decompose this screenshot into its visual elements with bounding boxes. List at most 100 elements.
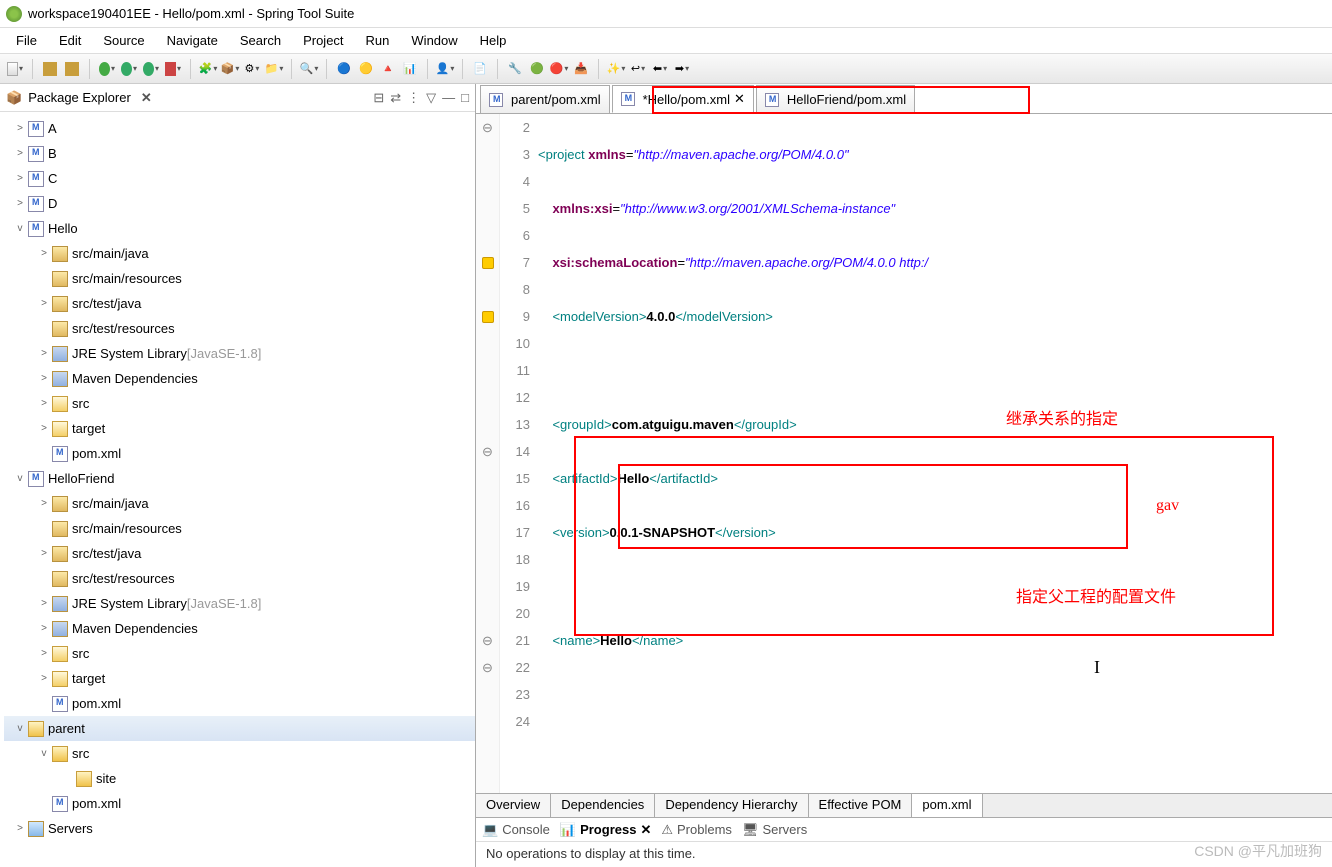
close-tab-icon[interactable]: ✕ [734, 91, 745, 107]
debug-button[interactable] [120, 60, 138, 78]
run-button[interactable] [98, 60, 116, 78]
tool-2[interactable]: 📦 [221, 60, 239, 78]
tree-node[interactable]: >JRE System Library [JavaSE-1.8] [4, 341, 475, 366]
tool-4[interactable]: 📁 [265, 60, 283, 78]
minimize-icon[interactable]: — [442, 90, 455, 106]
code-content[interactable]: <project xmlns="http://maven.apache.org/… [536, 114, 1332, 793]
tree-node[interactable]: >src [4, 641, 475, 666]
tree-node[interactable]: >JRE System Library [JavaSE-1.8] [4, 591, 475, 616]
tree-node[interactable]: >src/test/java [4, 291, 475, 316]
tool-c[interactable]: 🔺 [379, 60, 397, 78]
tool-k[interactable]: ✨ [607, 60, 625, 78]
menu-source[interactable]: Source [93, 30, 154, 51]
filter-icon[interactable]: ⋮ [407, 90, 420, 106]
tool-g[interactable]: 🔧 [506, 60, 524, 78]
menu-edit[interactable]: Edit [49, 30, 91, 51]
new-button[interactable] [6, 60, 24, 78]
tree-node[interactable]: pom.xml [4, 441, 475, 466]
back-button[interactable]: ⬅ [651, 60, 669, 78]
tree-node[interactable]: >target [4, 416, 475, 441]
tree-node[interactable]: >src/test/java [4, 541, 475, 566]
xml-editor[interactable]: ⊖⊖⊖⊖ 23456789101112131415161718192021222… [476, 114, 1332, 793]
tree-node[interactable]: >C [4, 166, 475, 191]
tree-node[interactable]: src/test/resources [4, 566, 475, 591]
tree-node[interactable]: >D [4, 191, 475, 216]
expand-icon[interactable]: > [12, 123, 28, 134]
expand-icon[interactable]: > [36, 248, 52, 259]
maximize-icon[interactable]: □ [461, 90, 469, 106]
expand-icon[interactable]: > [36, 498, 52, 509]
tool-l[interactable]: ↩ [629, 60, 647, 78]
expand-icon[interactable]: > [12, 823, 28, 834]
editor-tab[interactable]: HelloFriend/pom.xml [756, 85, 915, 113]
expand-icon[interactable]: > [36, 348, 52, 359]
expand-icon[interactable]: > [36, 373, 52, 384]
editor-tab[interactable]: parent/pom.xml [480, 85, 610, 113]
link-editor-icon[interactable]: ⇄ [390, 90, 401, 106]
menu-file[interactable]: File [6, 30, 47, 51]
coverage-button[interactable] [142, 60, 160, 78]
menu-run[interactable]: Run [356, 30, 400, 51]
problems-tab[interactable]: ⚠ Problems [661, 822, 732, 838]
tool-search[interactable]: 🔍 [300, 60, 318, 78]
tree-node[interactable]: src/main/resources [4, 266, 475, 291]
tool-f[interactable]: 📄 [471, 60, 489, 78]
tree-node[interactable]: >Servers [4, 816, 475, 841]
expand-icon[interactable]: > [36, 623, 52, 634]
view-menu-icon[interactable]: ▽ [426, 90, 436, 106]
expand-icon[interactable]: v [12, 473, 28, 484]
expand-icon[interactable]: > [36, 673, 52, 684]
bottom-tab[interactable]: Overview [476, 794, 551, 817]
expand-icon[interactable]: v [36, 748, 52, 759]
tree-node[interactable]: >target [4, 666, 475, 691]
tree-node[interactable]: src/test/resources [4, 316, 475, 341]
tree-node[interactable]: pom.xml [4, 691, 475, 716]
servers-tab[interactable]: 🖥 Servers [742, 822, 807, 838]
tool-e[interactable]: 👤 [436, 60, 454, 78]
tree-node[interactable]: >src [4, 391, 475, 416]
menu-window[interactable]: Window [401, 30, 467, 51]
expand-icon[interactable]: > [36, 598, 52, 609]
menu-navigate[interactable]: Navigate [157, 30, 228, 51]
expand-icon[interactable]: > [36, 398, 52, 409]
menu-search[interactable]: Search [230, 30, 291, 51]
tool-d[interactable]: 📊 [401, 60, 419, 78]
save-button[interactable] [41, 60, 59, 78]
bottom-tab[interactable]: Dependency Hierarchy [655, 794, 808, 817]
expand-icon[interactable]: > [36, 298, 52, 309]
expand-icon[interactable]: > [12, 148, 28, 159]
tree-node[interactable]: >src/main/java [4, 491, 475, 516]
tree-node[interactable]: >src/main/java [4, 241, 475, 266]
tool-b[interactable]: 🟡 [357, 60, 375, 78]
stop-button[interactable] [164, 60, 182, 78]
expand-icon[interactable]: > [36, 423, 52, 434]
editor-tab[interactable]: *Hello/pom.xml ✕ [612, 85, 754, 113]
tool-a[interactable]: 🔵 [335, 60, 353, 78]
menu-project[interactable]: Project [293, 30, 353, 51]
tree-node[interactable]: vHelloFriend [4, 466, 475, 491]
save-all-button[interactable] [63, 60, 81, 78]
tree-node[interactable]: vparent [4, 716, 475, 741]
project-tree[interactable]: >A>B>C>DvHello>src/main/javasrc/main/res… [0, 112, 475, 867]
tree-node[interactable]: >B [4, 141, 475, 166]
expand-icon[interactable]: > [12, 173, 28, 184]
close-view-icon[interactable]: ✕ [141, 90, 152, 106]
collapse-all-icon[interactable]: ⊟ [373, 90, 384, 106]
tree-node[interactable]: src/main/resources [4, 516, 475, 541]
progress-tab[interactable]: 📊 Progress ✕ [560, 822, 651, 838]
tool-1[interactable]: 🧩 [199, 60, 217, 78]
expand-icon[interactable]: v [12, 223, 28, 234]
tree-node[interactable]: >Maven Dependencies [4, 616, 475, 641]
expand-icon[interactable]: v [12, 723, 28, 734]
tool-3[interactable]: ⚙ [243, 60, 261, 78]
expand-icon[interactable]: > [36, 548, 52, 559]
menu-help[interactable]: Help [470, 30, 517, 51]
tool-j[interactable]: 📥 [572, 60, 590, 78]
bottom-tab[interactable]: Effective POM [809, 794, 913, 817]
console-tab[interactable]: 💻 Console [482, 822, 550, 838]
tree-node[interactable]: vHello [4, 216, 475, 241]
tree-node[interactable]: pom.xml [4, 791, 475, 816]
bottom-tab[interactable]: pom.xml [912, 794, 982, 817]
editor-bottom-tabs[interactable]: OverviewDependenciesDependency Hierarchy… [476, 793, 1332, 817]
tree-node[interactable]: >Maven Dependencies [4, 366, 475, 391]
